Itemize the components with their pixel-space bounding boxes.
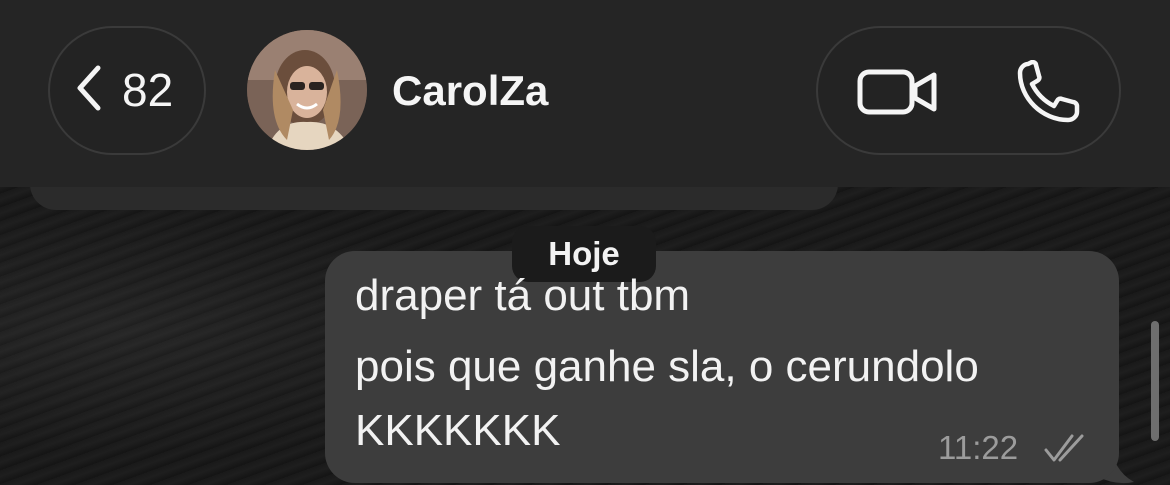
message-text-line: pois que ganhe sla, o cerundolo	[355, 342, 979, 391]
message-timestamp: 11:22	[938, 429, 1019, 466]
chat-header: 82 CarolZa	[0, 0, 1170, 187]
unread-count: 82	[122, 64, 174, 116]
read-double-check-icon	[1044, 434, 1084, 462]
avatar[interactable]	[247, 30, 367, 150]
avatar-photo	[247, 30, 367, 150]
video-camera-icon[interactable]	[857, 66, 939, 118]
chevron-left-icon	[77, 65, 101, 111]
phone-icon[interactable]	[1014, 60, 1082, 124]
message-text-line: KKKKKKK	[355, 406, 561, 455]
contact-name[interactable]: CarolZa	[392, 66, 548, 116]
message-text-line: draper tá out tbm	[355, 271, 691, 320]
scrollbar[interactable]	[1151, 321, 1159, 441]
